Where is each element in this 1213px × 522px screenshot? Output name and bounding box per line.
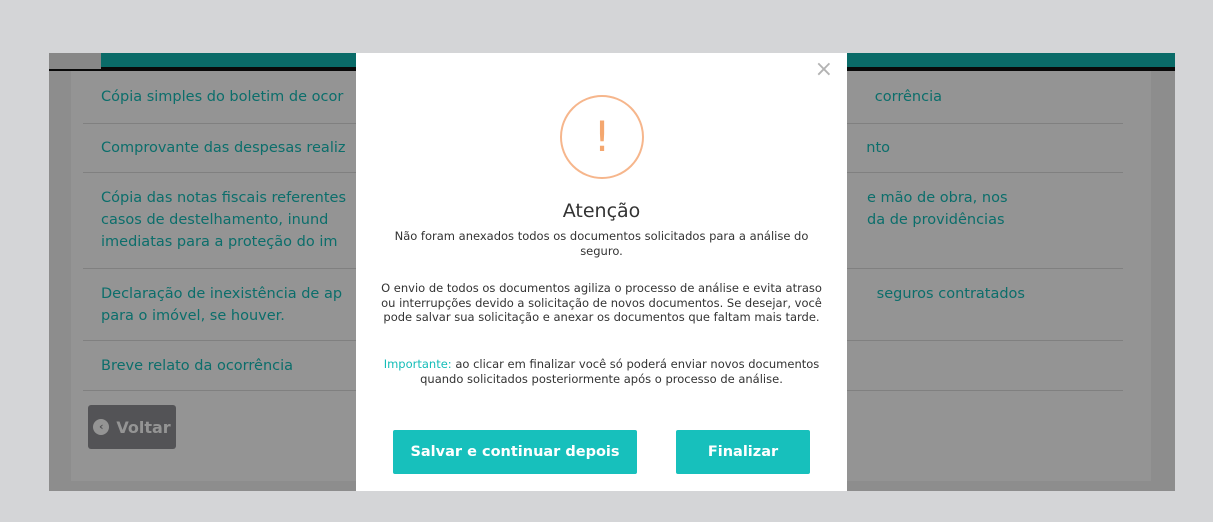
modal-title: Atenção bbox=[562, 200, 641, 222]
finish-button[interactable]: Finalizar bbox=[676, 430, 810, 474]
warning-icon: ! bbox=[560, 95, 644, 179]
attention-modal: × ! Atenção Não foram anexados todos os … bbox=[356, 53, 847, 491]
save-continue-later-button[interactable]: Salvar e continuar depois bbox=[393, 430, 637, 474]
close-icon[interactable]: × bbox=[815, 59, 833, 81]
modal-message-sending-docs: O envio de todos os documentos agiliza o… bbox=[381, 281, 822, 324]
modal-message-important: Importante: ao clicar em finalizar você … bbox=[380, 357, 823, 386]
important-label: Importante: bbox=[383, 357, 452, 371]
important-text: ao clicar em finalizar você só poderá en… bbox=[420, 357, 820, 386]
modal-message-missing-docs: Não foram anexados todos os documentos s… bbox=[394, 229, 809, 258]
